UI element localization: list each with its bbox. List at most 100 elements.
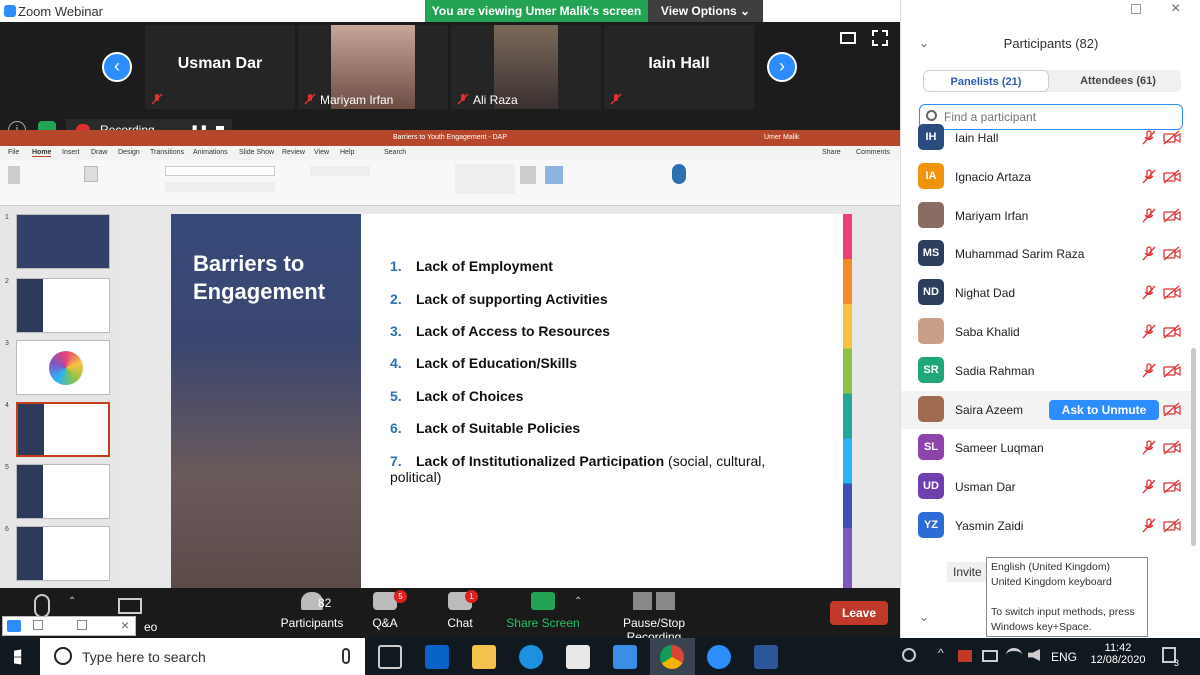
leave-button[interactable]: Leave bbox=[830, 601, 888, 625]
volume-icon[interactable] bbox=[1028, 649, 1040, 661]
show-hidden-icons-chevron[interactable]: ^ bbox=[938, 646, 944, 660]
video-tile-ali-raza[interactable]: Ali Raza bbox=[451, 25, 601, 109]
next-page-button[interactable]: › bbox=[767, 52, 797, 82]
slide-thumbnail-2[interactable] bbox=[16, 278, 110, 333]
muted-mic-icon[interactable] bbox=[1142, 207, 1156, 223]
participant-row[interactable]: IA Ignacio Artaza bbox=[901, 158, 1191, 196]
participant-row[interactable]: SL Sameer Luqman bbox=[901, 429, 1191, 467]
video-tile-mariyam-irfan[interactable]: Mariyam Irfan bbox=[298, 25, 448, 109]
participant-list-scrollbar[interactable] bbox=[1191, 348, 1196, 546]
muted-mic-icon[interactable] bbox=[1142, 324, 1156, 339]
zoom-mini-icon[interactable] bbox=[7, 620, 21, 632]
restore-icon[interactable] bbox=[33, 620, 43, 630]
muted-mic-icon[interactable] bbox=[1142, 479, 1156, 494]
muted-mic-icon[interactable] bbox=[1142, 440, 1156, 455]
wifi-icon[interactable] bbox=[1006, 648, 1022, 662]
panel-close-icon[interactable]: × bbox=[1171, 0, 1180, 18]
paragraph-buttons[interactable] bbox=[310, 166, 370, 176]
muted-camera-icon[interactable] bbox=[1163, 324, 1181, 339]
task-view-icon[interactable] bbox=[378, 645, 402, 669]
muted-camera-icon[interactable] bbox=[1163, 130, 1181, 145]
shapes-gallery[interactable] bbox=[455, 164, 515, 194]
participant-row[interactable]: IH Iain Hall bbox=[901, 122, 1191, 157]
outlook-icon[interactable] bbox=[425, 645, 449, 669]
tray-app-icon[interactable] bbox=[958, 650, 972, 662]
participant-row[interactable]: YZ Yasmin Zaidi bbox=[901, 507, 1191, 545]
ppt-menu-help[interactable]: Help bbox=[340, 149, 354, 156]
new-slide-icon[interactable] bbox=[84, 166, 98, 182]
video-tile-usman-dar[interactable]: Usman Dar bbox=[145, 25, 295, 109]
clock[interactable]: 11:42 12/08/2020 bbox=[1088, 642, 1148, 666]
muted-camera-icon[interactable] bbox=[1163, 518, 1181, 533]
paste-icon[interactable] bbox=[8, 166, 20, 184]
dictate-mic-icon[interactable] bbox=[672, 164, 686, 184]
muted-mic-icon[interactable] bbox=[1142, 130, 1156, 145]
layout-icon[interactable] bbox=[840, 32, 856, 44]
participant-row[interactable]: SR Sadia Rahman bbox=[901, 352, 1191, 390]
ask-to-unmute-button[interactable]: Ask to Unmute bbox=[1049, 399, 1159, 420]
word-icon[interactable] bbox=[754, 645, 778, 669]
ppt-menu-animations[interactable]: Animations bbox=[193, 149, 228, 156]
audio-options-chevron-icon[interactable]: ⌃ bbox=[68, 596, 76, 607]
invite-button[interactable]: Invite bbox=[947, 562, 988, 582]
muted-camera-icon[interactable] bbox=[1163, 440, 1181, 455]
close-icon[interactable]: × bbox=[121, 617, 129, 633]
language-indicator[interactable]: ENG bbox=[1051, 650, 1077, 664]
participant-row[interactable]: ND Nighat Dad bbox=[901, 274, 1191, 312]
store-icon[interactable] bbox=[566, 645, 590, 669]
ppt-comments-button[interactable]: Comments bbox=[856, 149, 890, 156]
slide-thumbnail-3[interactable] bbox=[16, 340, 110, 395]
ppt-menu-design[interactable]: Design bbox=[118, 149, 140, 156]
muted-camera-icon[interactable] bbox=[1163, 169, 1181, 184]
slide-thumbnail-4[interactable] bbox=[16, 402, 110, 457]
font-format-buttons[interactable] bbox=[165, 182, 275, 192]
participant-row[interactable]: Saba Khalid bbox=[901, 313, 1191, 351]
mail-icon[interactable] bbox=[613, 645, 637, 669]
font-name-box[interactable] bbox=[165, 166, 275, 176]
participant-row[interactable]: Mariyam Irfan bbox=[901, 197, 1191, 235]
muted-mic-icon[interactable] bbox=[1142, 363, 1156, 378]
fullscreen-icon[interactable] bbox=[872, 30, 888, 46]
muted-camera-icon[interactable] bbox=[1163, 246, 1181, 261]
ppt-menu-slide-show[interactable]: Slide Show bbox=[239, 149, 274, 156]
view-options-button[interactable]: View Options ⌄ bbox=[648, 0, 763, 22]
video-tile-iain-hall[interactable]: Iain Hall bbox=[604, 25, 754, 109]
share-screen-button[interactable]: Share Screen bbox=[505, 592, 581, 630]
mute-mic-icon[interactable] bbox=[34, 594, 50, 618]
muted-camera-icon[interactable] bbox=[1163, 479, 1181, 494]
slide-thumbnail-6[interactable] bbox=[16, 526, 110, 581]
slide-thumbnail-1[interactable] bbox=[16, 214, 110, 269]
previous-page-button[interactable]: ‹ bbox=[102, 52, 132, 82]
zoom-taskbar-icon[interactable] bbox=[707, 645, 731, 669]
windows-start-icon[interactable] bbox=[14, 649, 22, 665]
share-options-chevron-icon[interactable]: ⌃ bbox=[574, 596, 582, 607]
file-explorer-icon[interactable] bbox=[472, 645, 496, 669]
microphone-icon[interactable] bbox=[342, 648, 350, 664]
maximize-icon[interactable] bbox=[77, 620, 87, 630]
ppt-menu-view[interactable]: View bbox=[314, 149, 329, 156]
muted-camera-icon[interactable] bbox=[1163, 208, 1181, 223]
battery-icon[interactable] bbox=[982, 650, 998, 662]
taskbar-search[interactable]: Type here to search bbox=[40, 638, 365, 675]
ppt-menu-search[interactable]: Search bbox=[384, 149, 406, 156]
ppt-menu-file[interactable]: File bbox=[8, 149, 19, 156]
tab-attendees[interactable]: Attendees (61) bbox=[1055, 70, 1181, 92]
people-icon[interactable] bbox=[902, 648, 916, 662]
muted-mic-icon[interactable] bbox=[1142, 246, 1156, 261]
ppt-share-button[interactable]: Share bbox=[822, 149, 841, 156]
pause-stop-recording-button[interactable]: Pause/Stop Recording bbox=[594, 592, 714, 644]
edge-icon[interactable] bbox=[519, 645, 543, 669]
video-camera-icon[interactable] bbox=[118, 598, 142, 614]
chrome-icon[interactable] bbox=[660, 645, 684, 669]
panel-restore-icon[interactable] bbox=[1131, 4, 1141, 14]
muted-camera-icon[interactable] bbox=[1163, 402, 1181, 417]
muted-mic-icon[interactable] bbox=[1142, 285, 1156, 300]
ppt-menu-review[interactable]: Review bbox=[282, 149, 305, 156]
muted-mic-icon[interactable] bbox=[1142, 518, 1156, 533]
arrange-icon[interactable] bbox=[520, 166, 536, 184]
ppt-menu-home[interactable]: Home bbox=[32, 149, 52, 157]
muted-mic-icon[interactable] bbox=[1142, 169, 1156, 184]
quick-styles-icon[interactable] bbox=[545, 166, 563, 184]
participant-row[interactable]: MS Muhammad Sarim Raza bbox=[901, 235, 1191, 273]
ppt-menu-transitions[interactable]: Transitions bbox=[150, 149, 184, 156]
